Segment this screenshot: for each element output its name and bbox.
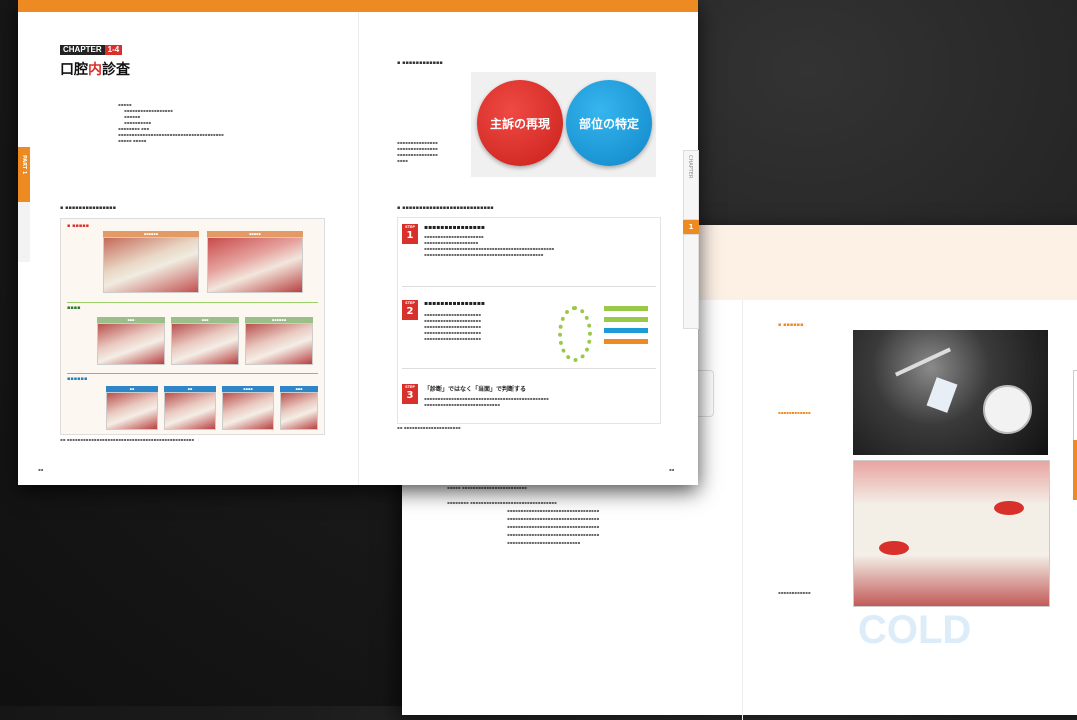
back-bottom-word: COLD [858,608,972,652]
photo-panel-heading-3: ▪▪▪▪▪▪ [67,376,88,382]
photo-2c [245,323,313,365]
photo-group-2c: ▪▪▪▪▪▪ [245,317,313,365]
back-right-section-title: ▪ ▪▪▪▪▪▪ [778,322,804,328]
step-1-body: ▪▪▪▪▪▪▪▪▪▪▪▪▪▪▪▪▪▪▪▪▪▪ ▪▪▪▪▪▪▪▪▪▪▪▪▪▪▪▪▪… [424,234,555,257]
back-photo-instrument [853,330,1048,455]
photo-group-3d: ▪▪▪ [280,386,318,430]
front-left-page: CHAPTER 1-4 口腔内診査 ▪▪▪▪▪ ▪▪▪▪▪▪▪▪▪▪▪▪▪▪▪▪… [18,12,358,485]
back-photo-callout-2 [879,541,909,555]
intro-text-block: ▪▪▪▪▪ ▪▪▪▪▪▪▪▪▪▪▪▪▪▪▪▪▪▪ ▪▪▪▪▪▪ ▪▪▪▪▪▪▪▪… [118,102,224,143]
back-photo-teeth [853,460,1050,607]
right-page-number: ▪▪ [669,467,675,472]
back-right-page: ▪ ▪▪▪▪▪▪ ▪▪▪▪▪▪▪▪▪▪▪▪ ▪▪▪▪▪▪▪▪▪▪▪▪ COLD [742,300,1077,720]
steps-divider-2 [402,368,656,369]
back-left-text-1: ▪▪▪▪▪ ▪▪▪▪▪▪▪▪▪▪▪▪▪▪▪▪▪▪▪▪▪▪▪▪ [447,485,527,490]
front-top-bar [18,0,698,12]
part-label: PART 1 [21,155,27,175]
step-1-title: ▪▪▪▪▪▪▪▪▪▪▪▪▪▪▪ [424,224,485,231]
chapter-label: CHAPTER [60,45,105,55]
step-3-body: ▪▪▪▪▪▪▪▪▪▪▪▪▪▪▪▪▪▪▪▪▪▪▪▪▪▪▪▪▪▪▪▪▪▪▪▪▪▪▪▪… [424,396,549,407]
steps-panel: STEP 1 ▪▪▪▪▪▪▪▪▪▪▪▪▪▪▪ ▪▪▪▪▪▪▪▪▪▪▪▪▪▪▪▪▪… [397,217,661,424]
circle-right-label: 部位の特定 [578,116,639,131]
back-right-caption-1: ▪▪▪▪▪▪▪▪▪▪▪▪ [778,410,811,415]
back-left-text-4: ▪▪▪▪▪▪▪▪▪▪▪▪▪▪▪▪▪▪▪▪▪▪▪▪▪▪▪▪▪▪▪▪▪▪ [507,516,600,521]
side-tab-label: CHAPTER [687,155,693,179]
right-section-title-2: ▪ ▪▪▪▪▪▪▪▪▪▪▪▪▪▪▪▪▪▪▪▪▪▪▪▪▪▪▪ [397,205,494,211]
left-section-title: ▪ ▪▪▪▪▪▪▪▪▪▪▪▪▪▪▪ [60,205,116,211]
photo-2a [97,323,165,365]
photo-3d [280,392,318,430]
chapter-side-tab-lower [683,234,699,329]
step-1-badge: STEP 1 [402,224,418,244]
page-title-accent: 内 [88,62,102,78]
photo-group-3a: ▪▪ [106,386,158,430]
back-left-text-5: ▪▪▪▪▪▪▪▪▪▪▪▪▪▪▪▪▪▪▪▪▪▪▪▪▪▪▪▪▪▪▪▪▪▪ [507,524,600,529]
step-2-number: 2 [406,306,414,317]
left-page-number: ▪▪ [38,467,44,472]
left-caption: ▪▪ ▪▪▪▪▪▪▪▪▪▪▪▪▪▪▪▪▪▪▪▪▪▪▪▪▪▪▪▪▪▪▪▪▪▪▪▪▪… [60,437,195,442]
photo-3c [222,392,274,430]
flow-box-1 [604,306,648,311]
back-photo-callout-1 [994,501,1024,515]
back-left-text-3: ▪▪▪▪▪▪▪▪▪▪▪▪▪▪▪▪▪▪▪▪▪▪▪▪▪▪▪▪▪▪▪▪▪▪ [507,508,600,513]
photo-panel: ▪ ▪▪▪▪▪ ▪▪▪▪▪▪ ▪▪▪▪▪ ▪▪▪▪ ▪▪▪ ▪▪▪ ▪▪▪▪▪▪ [60,218,325,435]
photo-panel-heading-1: ▪ ▪▪▪▪▪ [67,223,90,229]
photo-group-1a: ▪▪▪▪▪▪ [103,231,199,293]
flow-box-4 [604,339,648,344]
chapter-number: 1-4 [104,45,123,55]
front-book-spread: CHAPTER 1-4 口腔内診査 ▪▪▪▪▪ ▪▪▪▪▪▪▪▪▪▪▪▪▪▪▪▪… [18,0,699,485]
photo-panel-heading-2: ▪▪▪▪ [67,305,81,311]
part-side-tab: PART 1 [18,147,30,202]
page-title-post: 診査 [102,62,130,78]
steps-divider-1 [402,286,656,287]
photo-group-2b: ▪▪▪ [171,317,239,365]
step-2-flow [604,306,648,344]
circle-site-identification: 部位の特定 [566,80,652,166]
back-left-text-7: ▪▪▪▪▪▪▪▪▪▪▪▪▪▪▪▪▪▪▪▪▪▪▪▪▪▪▪ [507,540,581,545]
step-2-title: ▪▪▪▪▪▪▪▪▪▪▪▪▪▪▪ [424,300,485,307]
back-left-text-2: ▪▪▪▪▪▪▪▪ ▪▪▪▪▪▪▪▪▪▪▪▪▪▪▪▪▪▪▪▪▪▪▪▪▪▪▪▪▪▪▪… [447,500,557,505]
step-2-badge: STEP 2 [402,300,418,320]
chapter-badge: CHAPTER 1-4 [60,45,123,55]
right-section-title-1: ▪ ▪▪▪▪▪▪▪▪▪▪▪▪ [397,60,443,66]
flow-box-3 [604,328,648,333]
photo-2b [171,323,239,365]
circle-side-note: ▪▪▪▪▪▪▪▪▪▪▪▪▪▪▪ ▪▪▪▪▪▪▪▪▪▪▪▪▪▪▪ ▪▪▪▪▪▪▪▪… [397,140,438,163]
photo-group-3c: ▪▪▪▪ [222,386,274,430]
step-3-number: 3 [406,390,414,401]
back-right-caption-2: ▪▪▪▪▪▪▪▪▪▪▪▪ [778,590,811,595]
page-title: 口腔内診査 [60,59,130,79]
right-caption: ▪▪ ▪▪▪▪▪▪▪▪▪▪▪▪▪▪▪▪▪▪▪▪▪ [397,425,461,430]
dental-arch-diagram [558,306,592,362]
back-photo-nozzle [894,347,952,377]
photo-3b [164,392,216,430]
photo-panel-divider-1 [67,302,318,303]
step-3-title: 「診断」ではなく「当面」で判断する [424,386,527,393]
page-title-pre: 口腔 [60,62,88,78]
chapter-side-tab: CHAPTER [683,150,699,220]
back-photo-inset [983,385,1032,434]
circle-chief-complaint: 主訴の再現 [477,80,563,166]
back-right-side-tab-orange [1073,440,1077,500]
part-side-tab-grey [18,202,30,262]
circle-diagram-panel: 主訴の再現 部位の特定 [471,72,656,177]
front-right-page: ▪ ▪▪▪▪▪▪▪▪▪▪▪▪ 主訴の再現 部位の特定 ▪▪▪▪▪▪▪▪▪▪▪▪▪… [358,12,699,485]
photo-group-3b: ▪▪ [164,386,216,430]
photo-3a [106,392,158,430]
back-right-side-tab [1073,370,1077,442]
step-1-number: 1 [406,230,414,241]
chapter-side-tab-number: 1 [683,220,699,234]
back-left-text-6: ▪▪▪▪▪▪▪▪▪▪▪▪▪▪▪▪▪▪▪▪▪▪▪▪▪▪▪▪▪▪▪▪▪▪ [507,532,600,537]
photo-1a [103,237,199,293]
photo-panel-divider-2 [67,373,318,374]
photo-1b [207,237,303,293]
circle-left-label: 主訴の再現 [489,116,550,131]
flow-box-2 [604,317,648,322]
step-2-body: ▪▪▪▪▪▪▪▪▪▪▪▪▪▪▪▪▪▪▪▪▪ ▪▪▪▪▪▪▪▪▪▪▪▪▪▪▪▪▪▪… [424,312,481,341]
photo-group-2a: ▪▪▪ [97,317,165,365]
back-photo-pellet [926,377,958,413]
photo-group-1b: ▪▪▪▪▪ [207,231,303,293]
step-3-badge: STEP 3 [402,384,418,404]
